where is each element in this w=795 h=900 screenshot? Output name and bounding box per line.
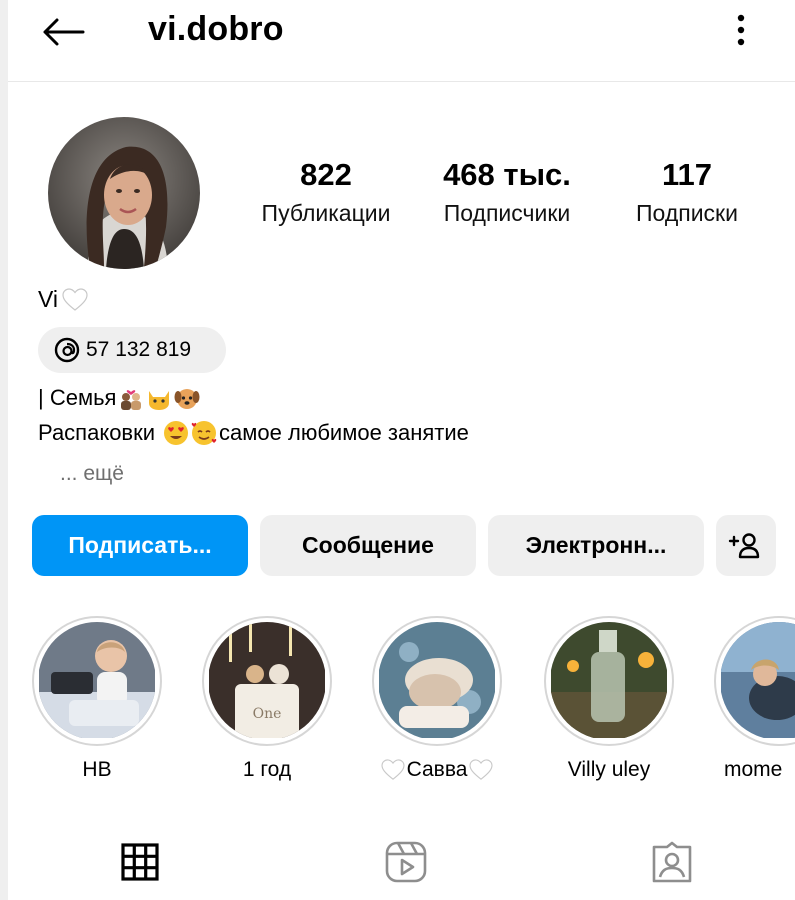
highlight-thumbnail: [550, 622, 668, 740]
bio-line-1: | Семья: [38, 385, 200, 411]
threads-badge[interactable]: 57 132 819: [38, 327, 226, 373]
left-edge-strip: [0, 0, 8, 900]
highlight-savva[interactable]: Савва: [372, 616, 502, 782]
couple-with-heart-icon: [121, 390, 142, 410]
stat-followers[interactable]: 468 тыс. Подписчики: [424, 155, 590, 231]
highlight-ring[interactable]: [32, 616, 162, 746]
more-options-button[interactable]: [726, 8, 756, 52]
white-heart-icon: [469, 759, 493, 780]
bio-favorite-text: самое любимое занятие: [219, 420, 469, 445]
tab-posts-grid[interactable]: [116, 838, 164, 886]
highlight-villy-uley[interactable]: Villy uley: [544, 616, 674, 782]
followers-label: Подписчики: [443, 200, 571, 226]
following-label: Подписки: [636, 200, 738, 226]
highlight-label-row: Савва: [372, 758, 502, 782]
highlight-label: НВ: [82, 758, 112, 781]
highlight-ring[interactable]: One: [202, 616, 332, 746]
highlight-ring[interactable]: [372, 616, 502, 746]
bio-more-link[interactable]: ... ещё: [60, 462, 124, 486]
back-button[interactable]: [38, 10, 88, 54]
posts-count: 822: [300, 157, 352, 192]
profile-username: vi.dobro: [148, 10, 284, 48]
tab-reels[interactable]: [382, 838, 430, 886]
svg-text:One: One: [253, 706, 282, 722]
email-button[interactable]: Электронн...: [488, 515, 704, 576]
more-vertical-icon: [737, 14, 745, 46]
stat-following[interactable]: 117 Подписки: [620, 155, 754, 231]
highlight-1-year[interactable]: One 1 год: [202, 616, 332, 782]
dog-face-icon: [174, 389, 200, 409]
threads-icon: [54, 337, 80, 363]
bio-family-text: | Семья: [38, 385, 117, 410]
highlight-thumbnail: [720, 622, 795, 740]
display-name-row: Vi: [38, 286, 88, 313]
highlight-thumbnail: One: [208, 622, 326, 740]
following-count: 117: [661, 157, 712, 192]
white-heart-icon: [62, 287, 88, 311]
message-button[interactable]: Сообщение: [260, 515, 476, 576]
followers-count: 468 тыс.: [443, 157, 571, 192]
white-heart-icon: [381, 759, 405, 780]
heart-eyes-face-icon: [164, 421, 189, 445]
smiling-face-with-hearts-icon: [191, 421, 217, 445]
display-name: Vi: [38, 286, 59, 312]
grid-icon: [121, 843, 159, 881]
tab-tagged[interactable]: [648, 838, 696, 886]
profile-avatar[interactable]: [48, 117, 200, 269]
bio-unboxing-text: Распаковки: [38, 420, 156, 445]
highlight-label: Савва: [406, 758, 468, 781]
cat-face-icon: [149, 391, 170, 410]
highlight-ring[interactable]: [714, 616, 795, 746]
follow-button[interactable]: Подписать...: [32, 515, 248, 576]
highlight-mome[interactable]: mome: [714, 616, 795, 782]
arrow-left-icon: [43, 18, 85, 46]
reels-icon: [385, 841, 427, 883]
threads-count: 57 132 819: [86, 338, 192, 361]
highlight-ring[interactable]: [544, 616, 674, 746]
suggested-users-button[interactable]: [716, 515, 776, 576]
stat-posts[interactable]: 822 Публикации: [248, 155, 404, 231]
posts-label: Публикации: [261, 200, 391, 226]
highlight-thumbnail: [378, 622, 496, 740]
add-person-icon: [728, 532, 760, 558]
bio-line-2: Распаковки самое любимое занятие: [38, 420, 469, 446]
highlight-label: mome: [724, 758, 783, 781]
highlight-label: Villy uley: [567, 758, 651, 781]
highlight-hb[interactable]: НВ: [32, 616, 162, 782]
highlight-label: 1 год: [242, 758, 292, 781]
tagged-icon: [652, 841, 692, 883]
highlight-thumbnail: [38, 622, 156, 740]
top-bar: vi.dobro: [8, 0, 795, 82]
